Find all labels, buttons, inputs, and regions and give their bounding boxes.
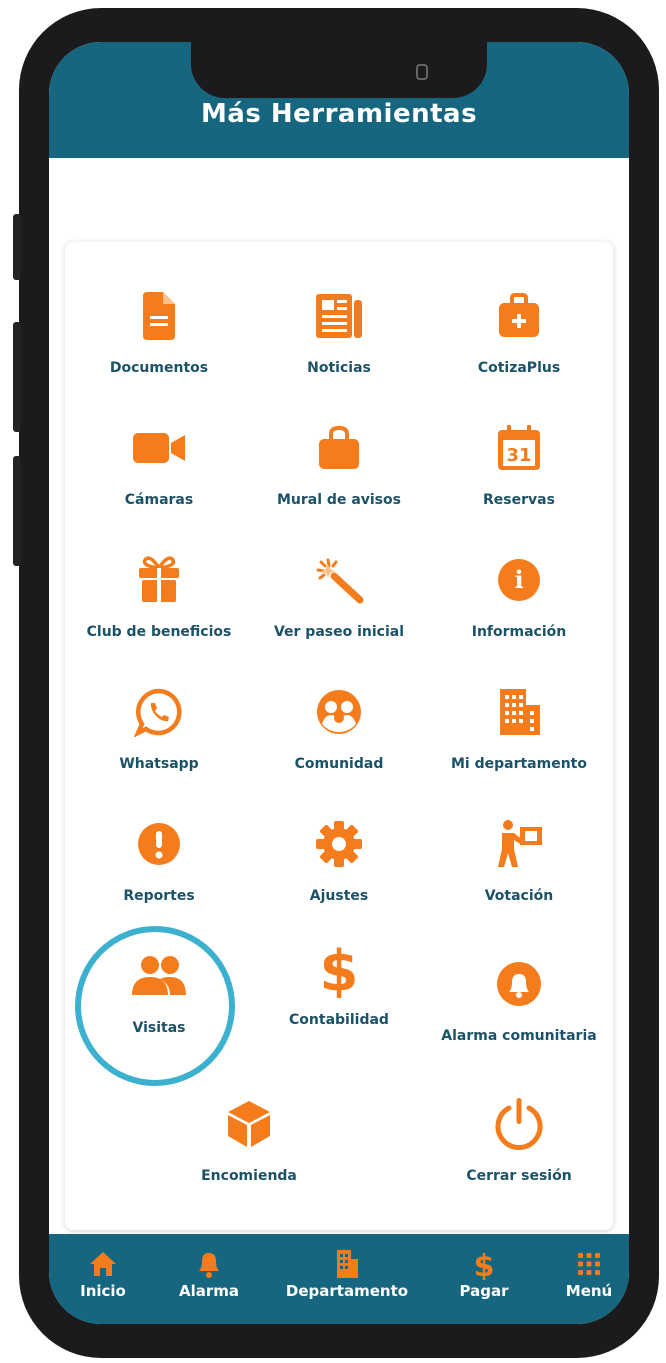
tool-contabilidad[interactable]: $ Contabilidad: [259, 938, 419, 1048]
tool-label: Reservas: [483, 492, 555, 508]
nav-pagar[interactable]: $ Pagar: [449, 1248, 519, 1300]
building-icon: [277, 1248, 417, 1280]
notch: [191, 42, 487, 98]
magic-wand-icon: [309, 550, 369, 610]
tool-cotizaplus[interactable]: CotizaPlus: [439, 286, 599, 396]
svg-text:i: i: [514, 565, 523, 594]
tool-votacion[interactable]: Votación: [439, 814, 599, 924]
calendar-day: 31: [506, 445, 531, 466]
tool-reservas[interactable]: 31 Reservas: [439, 418, 599, 528]
tool-label: Reportes: [123, 888, 195, 904]
tool-label: Noticias: [307, 360, 371, 376]
package-icon: [219, 1094, 279, 1154]
tool-camaras[interactable]: Cámaras: [79, 418, 239, 528]
alert-icon: [129, 814, 189, 874]
tool-label: Cerrar sesión: [466, 1168, 572, 1184]
side-button: [13, 456, 21, 566]
tool-label: Mi departamento: [451, 756, 587, 772]
nav-inicio[interactable]: Inicio: [75, 1248, 131, 1300]
tool-encomienda[interactable]: Encomienda: [169, 1094, 329, 1204]
vote-icon: [489, 814, 549, 874]
gift-icon: [129, 550, 189, 610]
nav-label: Pagar: [459, 1282, 509, 1300]
nav-departamento[interactable]: Departamento: [277, 1248, 417, 1300]
info-icon: i: [489, 550, 549, 610]
page-title: Más Herramientas: [200, 99, 478, 129]
nav-menu[interactable]: Menú: [559, 1248, 619, 1300]
video-camera-icon: [129, 418, 189, 478]
tool-alarma-comunitaria[interactable]: Alarma comunitaria: [439, 954, 599, 1064]
tool-label: Votación: [484, 888, 554, 904]
tool-informacion[interactable]: i Información: [439, 550, 599, 660]
bell-icon: [489, 954, 549, 1014]
nav-label: Inicio: [80, 1282, 126, 1300]
bell-icon: [169, 1248, 249, 1280]
tool-noticias[interactable]: Noticias: [259, 286, 419, 396]
nav-label: Alarma: [178, 1282, 240, 1300]
volume-up-button: [13, 214, 21, 280]
nav-label: Departamento: [285, 1282, 409, 1300]
dollar-icon: $: [309, 938, 369, 998]
volume-down-button: [13, 322, 21, 432]
tool-label: Alarma comunitaria: [441, 1028, 597, 1044]
phone-frame: Más Herramientas Documentos Noticias Cot…: [13, 8, 659, 1358]
tool-mi-departamento[interactable]: Mi departamento: [439, 682, 599, 792]
svg-text:$: $: [474, 1249, 495, 1280]
tool-label: Contabilidad: [289, 1012, 389, 1028]
tool-label: Club de beneficios: [86, 624, 232, 640]
home-icon: [75, 1248, 131, 1280]
whatsapp-icon: [129, 682, 189, 742]
tool-label: Cámaras: [124, 492, 194, 508]
bottom-nav: Inicio Alarma Departamento $ Pagar Menú: [49, 1234, 629, 1324]
tool-label: Información: [471, 624, 567, 640]
tool-reportes[interactable]: Reportes: [79, 814, 239, 924]
tool-label: Ajustes: [309, 888, 369, 904]
svg-text:$: $: [320, 939, 359, 998]
tool-label: Whatsapp: [119, 756, 199, 772]
tool-cerrar-sesion[interactable]: Cerrar sesión: [439, 1094, 599, 1204]
highlight-circle: [75, 926, 235, 1086]
tool-club-de-beneficios[interactable]: Club de beneficios: [79, 550, 239, 660]
tool-comunidad[interactable]: Comunidad: [259, 682, 419, 792]
building-icon: [489, 682, 549, 742]
tool-documentos[interactable]: Documentos: [79, 286, 239, 396]
newspaper-icon: [309, 286, 369, 346]
community-icon: [309, 682, 369, 742]
tool-ajustes[interactable]: Ajustes: [259, 814, 419, 924]
tool-label: Comunidad: [294, 756, 384, 772]
tool-label: Ver paseo inicial: [273, 624, 405, 640]
tool-label: Encomienda: [201, 1168, 297, 1184]
calendar-icon: 31: [489, 418, 549, 478]
tool-label: CotizaPlus: [477, 360, 561, 376]
tool-whatsapp[interactable]: Whatsapp: [79, 682, 239, 792]
nav-alarma[interactable]: Alarma: [169, 1248, 249, 1300]
power-icon: [489, 1094, 549, 1154]
shopping-bag-icon: [309, 418, 369, 478]
tool-mural-de-avisos[interactable]: Mural de avisos: [259, 418, 419, 528]
dollar-icon: $: [449, 1248, 519, 1280]
medical-bag-icon: [489, 286, 549, 346]
front-camera: [416, 64, 428, 80]
gear-icon: [309, 814, 369, 874]
tool-ver-paseo-inicial[interactable]: Ver paseo inicial: [259, 550, 419, 660]
nav-label: Menú: [565, 1282, 613, 1300]
screen: Más Herramientas Documentos Noticias Cot…: [49, 42, 629, 1324]
tool-label: Documentos: [109, 360, 209, 376]
document-icon: [129, 286, 189, 346]
grid-icon: [559, 1248, 619, 1280]
tool-label: Mural de avisos: [277, 492, 401, 508]
